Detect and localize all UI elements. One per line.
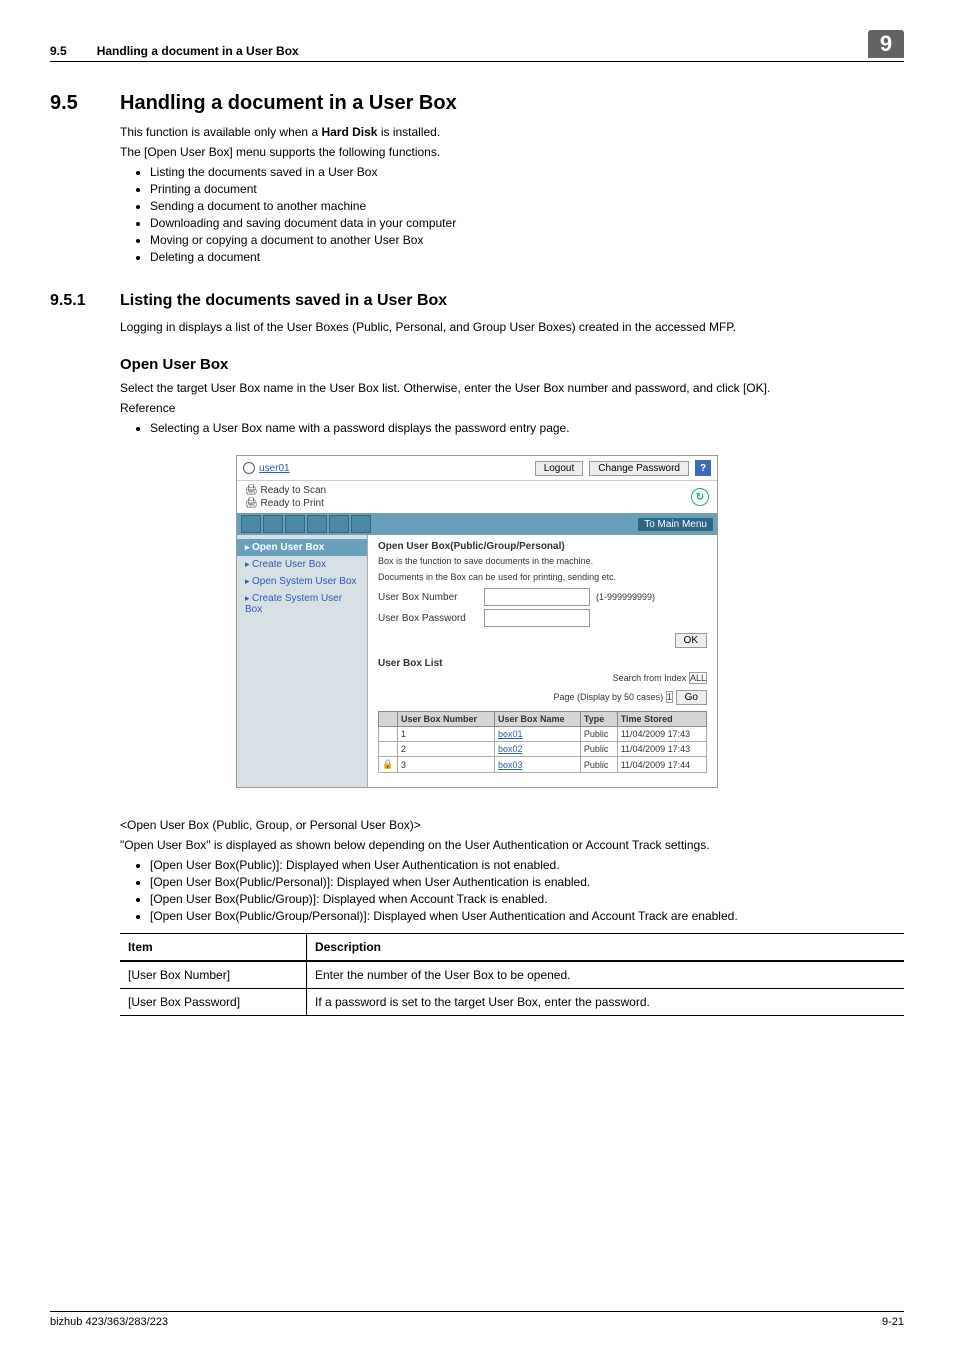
page-select[interactable]: 1	[666, 691, 673, 703]
user-box-table: User Box Number User Box Name Type Time …	[378, 711, 707, 773]
open-user-box-variants-intro: "Open User Box" is displayed as shown be…	[120, 838, 904, 852]
lock-icon	[379, 742, 398, 757]
lock-icon	[379, 727, 398, 742]
item-description-table: Item Description [User Box Number] Enter…	[120, 933, 904, 1016]
change-password-button[interactable]: Change Password	[589, 461, 689, 476]
section-heading-title: Handling a document in a User Box	[120, 92, 457, 114]
list-item: [Open User Box(Public/Personal)]: Displa…	[150, 875, 904, 889]
go-button[interactable]: Go	[676, 690, 707, 705]
list-item: Printing a document	[150, 182, 904, 196]
user-icon	[243, 462, 255, 474]
sidebar-item-open-system-user-box[interactable]: Open System User Box	[237, 573, 367, 590]
nav-icon[interactable]	[263, 515, 283, 533]
search-from-index-label: Search from Index	[613, 673, 687, 683]
user-link[interactable]: user01	[259, 463, 290, 474]
nav-icon[interactable]	[285, 515, 305, 533]
list-item: Selecting a User Box name with a passwor…	[150, 421, 904, 435]
user-box-password-input[interactable]	[484, 609, 590, 627]
sidebar-item-create-system-user-box[interactable]: Create System User Box	[237, 590, 367, 618]
open-user-box-paragraph: Select the target User Box name in the U…	[120, 381, 904, 395]
page-header: 9.5 Handling a document in a User Box 9	[50, 30, 904, 62]
reference-bullet-list: Selecting a User Box name with a passwor…	[136, 421, 904, 435]
box-link[interactable]: box02	[498, 744, 523, 754]
refresh-icon[interactable]: ↻	[691, 488, 709, 506]
col-number: User Box Number	[398, 712, 495, 727]
open-user-box-heading: Open User Box	[120, 356, 904, 373]
subsection-heading: 9.5.1Listing the documents saved in a Us…	[50, 292, 904, 310]
list-item: Moving or copying a document to another …	[150, 233, 904, 247]
lock-icon: 🔒	[379, 757, 398, 773]
nav-icon[interactable]	[351, 515, 371, 533]
table-row: 🔒 3 box03 Public 11/04/2009 17:44	[379, 757, 707, 773]
footer-model: bizhub 423/363/283/223	[50, 1316, 168, 1328]
user-box-number-input[interactable]	[484, 588, 590, 606]
reference-label: Reference	[120, 401, 904, 415]
list-item: Listing the documents saved in a User Bo…	[150, 165, 904, 179]
chapter-number-badge: 9	[868, 30, 904, 58]
box-link[interactable]: box03	[498, 760, 523, 770]
status-ready-print: Ready to Print	[245, 498, 326, 509]
list-item: Sending a document to another machine	[150, 199, 904, 213]
search-index-select[interactable]: ALL	[689, 672, 707, 684]
list-item: Deleting a document	[150, 250, 904, 264]
box-link[interactable]: box01	[498, 729, 523, 739]
page-footer: bizhub 423/363/283/223 9-21	[50, 1311, 904, 1328]
section-heading: 9.5Handling a document in a User Box	[50, 92, 904, 115]
panel-desc-1: Box is the function to save documents in…	[378, 556, 707, 566]
status-ready-scan: Ready to Scan	[245, 485, 326, 496]
logout-button[interactable]: Logout	[535, 461, 584, 476]
angle-bracket-line: <Open User Box (Public, Group, or Person…	[120, 818, 904, 832]
header-section-number: 9.5	[50, 44, 67, 58]
nav-icon[interactable]	[307, 515, 327, 533]
table-row: 1 box01 Public 11/04/2009 17:43	[379, 727, 707, 742]
intro-bullet-list: Listing the documents saved in a User Bo…	[136, 165, 904, 264]
sidebar-item-open-user-box[interactable]: Open User Box	[237, 539, 367, 556]
help-icon[interactable]: ?	[695, 460, 711, 476]
header-section-title: Handling a document in a User Box	[97, 44, 299, 58]
panel-title: Open User Box(Public/Group/Personal)	[378, 541, 707, 552]
intro-paragraph-1: This function is available only when a H…	[120, 125, 904, 139]
subsection-paragraph: Logging in displays a list of the User B…	[120, 320, 904, 334]
list-item: [Open User Box(Public)]: Displayed when …	[150, 858, 904, 872]
intro-paragraph-2: The [Open User Box] menu supports the fo…	[120, 145, 904, 159]
to-main-menu-button[interactable]: To Main Menu	[638, 518, 713, 531]
table-row: [User Box Password] If a password is set…	[120, 989, 904, 1016]
subsection-title: Listing the documents saved in a User Bo…	[120, 292, 447, 309]
screenshot-panel: user01 Logout Change Password ? Ready to…	[236, 455, 718, 788]
col-lock	[379, 712, 398, 727]
list-item: [Open User Box(Public/Group)]: Displayed…	[150, 892, 904, 906]
list-item: Downloading and saving document data in …	[150, 216, 904, 230]
subsection-number: 9.5.1	[50, 292, 120, 310]
page-display-label: Page (Display by 50 cases)	[554, 692, 664, 702]
table-row: [User Box Number] Enter the number of th…	[120, 961, 904, 989]
variants-bullet-list: [Open User Box(Public)]: Displayed when …	[136, 858, 904, 923]
panel-desc-2: Documents in the Box can be used for pri…	[378, 572, 707, 582]
col-name: User Box Name	[495, 712, 581, 727]
list-item: [Open User Box(Public/Group/Personal)]: …	[150, 909, 904, 923]
footer-page-number: 9-21	[882, 1316, 904, 1328]
table-row: 2 box02 Public 11/04/2009 17:43	[379, 742, 707, 757]
col-type: Type	[580, 712, 617, 727]
table-header-description: Description	[307, 934, 905, 962]
table-header-item: Item	[120, 934, 307, 962]
section-heading-number: 9.5	[50, 92, 120, 115]
user-box-number-range: (1-999999999)	[596, 592, 655, 602]
user-box-password-label: User Box Password	[378, 613, 478, 624]
user-box-number-label: User Box Number	[378, 592, 478, 603]
nav-icon[interactable]	[329, 515, 349, 533]
sidebar-item-create-user-box[interactable]: Create User Box	[237, 556, 367, 573]
nav-icon[interactable]	[241, 515, 261, 533]
ok-button[interactable]: OK	[675, 633, 707, 648]
col-time: Time Stored	[617, 712, 706, 727]
user-box-list-title: User Box List	[378, 658, 707, 669]
